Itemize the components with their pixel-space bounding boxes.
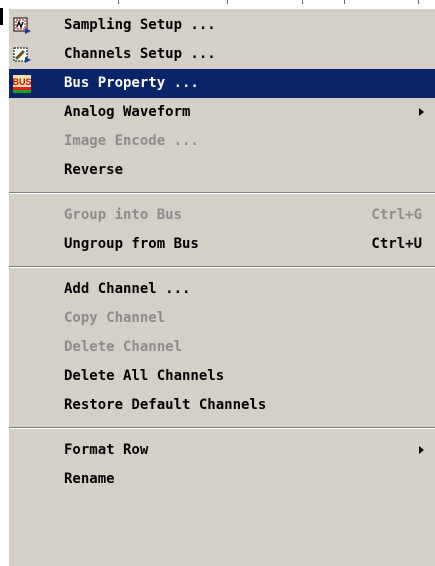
menu-item-label: Ungroup from Bus xyxy=(64,236,199,252)
sampling-setup-icon xyxy=(13,17,31,35)
background-window-edge xyxy=(0,0,435,8)
menu-item-label: Reverse xyxy=(64,162,124,178)
menu-item-label: Channels Setup ... xyxy=(64,46,216,62)
menu-item-sampling-setup[interactable]: Sampling Setup ... xyxy=(9,11,435,40)
menu-item-format-row[interactable]: Format Row xyxy=(9,436,435,465)
shortcut-label: Ctrl+U xyxy=(371,236,422,252)
context-menu: Sampling Setup ... Channels Setup ... BU… xyxy=(8,8,435,566)
menu-item-label: Restore Default Channels xyxy=(64,397,267,413)
menu-item-label: Delete All Channels xyxy=(64,368,225,384)
menu-item-restore-default-channels[interactable]: Restore Default Channels xyxy=(9,391,435,420)
menu-separator xyxy=(9,192,435,194)
menu-item-label: Analog Waveform xyxy=(64,104,191,120)
menu-item-delete-all-channels[interactable]: Delete All Channels xyxy=(9,362,435,391)
menu-item-add-channel[interactable]: Add Channel ... xyxy=(9,275,435,304)
menu-item-channels-setup[interactable]: Channels Setup ... xyxy=(9,40,435,69)
menu-item-label: Copy Channel xyxy=(64,310,166,326)
menu-item-reverse[interactable]: Reverse xyxy=(9,156,435,185)
shortcut-label: Ctrl+G xyxy=(371,207,422,223)
menu-item-group-into-bus: Group into Bus Ctrl+G xyxy=(9,201,435,230)
menu-item-label: Add Channel ... xyxy=(64,281,191,297)
menu-item-delete-channel: Delete Channel xyxy=(9,333,435,362)
svg-text:BUS: BUS xyxy=(13,77,31,87)
menu-item-analog-waveform[interactable]: Analog Waveform xyxy=(9,98,435,127)
menu-item-image-encode: Image Encode ... xyxy=(9,127,435,156)
menu-item-copy-channel: Copy Channel xyxy=(9,304,435,333)
bus-icon: BUS xyxy=(12,75,32,93)
menu-item-label: Sampling Setup ... xyxy=(64,17,216,33)
menu-separator xyxy=(9,427,435,429)
screen: Sampling Setup ... Channels Setup ... BU… xyxy=(0,0,435,566)
menu-item-label: Bus Property ... xyxy=(64,75,199,91)
submenu-arrow-icon xyxy=(419,108,424,116)
menu-item-label: Format Row xyxy=(64,442,149,458)
menu-item-ungroup-from-bus[interactable]: Ungroup from Bus Ctrl+U xyxy=(9,230,435,259)
menu-separator xyxy=(9,266,435,268)
menu-item-label: Delete Channel xyxy=(64,339,183,355)
menu-item-label: Rename xyxy=(64,471,115,487)
menu-item-label: Group into Bus xyxy=(64,207,183,223)
submenu-arrow-icon xyxy=(419,446,424,454)
cursor-mark xyxy=(0,8,3,25)
channels-setup-icon xyxy=(13,46,31,64)
menu-item-rename[interactable]: Rename xyxy=(9,465,435,494)
menu-item-bus-property[interactable]: BUS Bus Property ... xyxy=(9,69,435,98)
menu-item-label: Image Encode ... xyxy=(64,133,199,149)
